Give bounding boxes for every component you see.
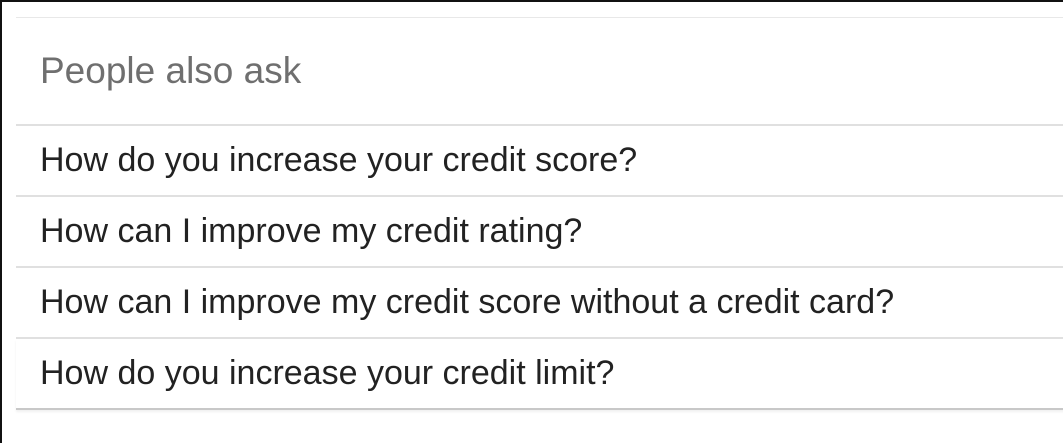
question-increase-credit-score[interactable]: How do you increase your credit score? <box>16 126 1063 197</box>
question-improve-score-without-card[interactable]: How can I improve my credit score withou… <box>16 268 1063 339</box>
question-increase-credit-limit[interactable]: How do you increase your credit limit? <box>16 339 1063 410</box>
people-also-ask-heading: People also ask <box>16 18 1063 126</box>
question-improve-credit-rating[interactable]: How can I improve my credit rating? <box>16 197 1063 268</box>
screenshot-frame: People also ask How do you increase your… <box>0 0 1063 443</box>
people-also-ask-panel: People also ask How do you increase your… <box>16 17 1063 410</box>
